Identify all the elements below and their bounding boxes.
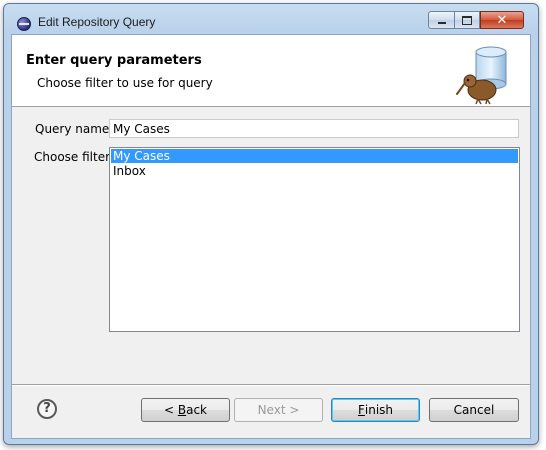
cancel-button-label: Cancel <box>453 403 495 417</box>
dialog-content: Enter query parameters Choose filter to … <box>11 34 531 439</box>
finish-button-mnemonic: F <box>357 403 365 417</box>
eclipse-app-icon <box>17 17 31 31</box>
finish-button[interactable]: Finish <box>331 398 420 422</box>
filter-list[interactable]: My Cases Inbox <box>109 147 520 332</box>
wizard-header: Enter query parameters Choose filter to … <box>12 35 530 107</box>
filter-item-my-cases[interactable]: My Cases <box>111 149 518 163</box>
dialog-window: Edit Repository Query ✕ Enter query para… <box>3 3 539 445</box>
back-button-label: ack <box>186 403 207 417</box>
page-description: Choose filter to use for query <box>37 76 213 90</box>
minimize-button[interactable] <box>428 11 455 29</box>
close-icon: ✕ <box>496 12 508 28</box>
minimize-icon <box>437 22 446 24</box>
window-title: Edit Repository Query <box>38 15 156 29</box>
title-bar[interactable]: Edit Repository Query ✕ <box>4 4 538 34</box>
button-bar-separator <box>12 384 530 386</box>
help-icon[interactable]: ? <box>37 399 57 419</box>
repository-kiwi-icon <box>456 46 507 105</box>
close-button[interactable]: ✕ <box>480 11 524 29</box>
query-name-label: Query name: <box>35 122 114 136</box>
maximize-button[interactable] <box>454 11 480 29</box>
query-name-field[interactable] <box>109 119 519 138</box>
next-button[interactable]: Next > <box>234 398 323 422</box>
filter-item-inbox[interactable]: Inbox <box>111 164 518 178</box>
choose-filter-label: Choose filter: <box>34 150 114 164</box>
back-button[interactable]: < Back <box>141 398 230 422</box>
next-button-label: Next > <box>257 403 300 417</box>
maximize-icon <box>462 15 472 25</box>
finish-button-label: inish <box>364 403 394 417</box>
back-button-mnemonic: B <box>177 403 187 417</box>
cancel-button[interactable]: Cancel <box>429 398 519 422</box>
back-button-prefix: < <box>163 403 178 417</box>
page-title: Enter query parameters <box>26 53 202 68</box>
